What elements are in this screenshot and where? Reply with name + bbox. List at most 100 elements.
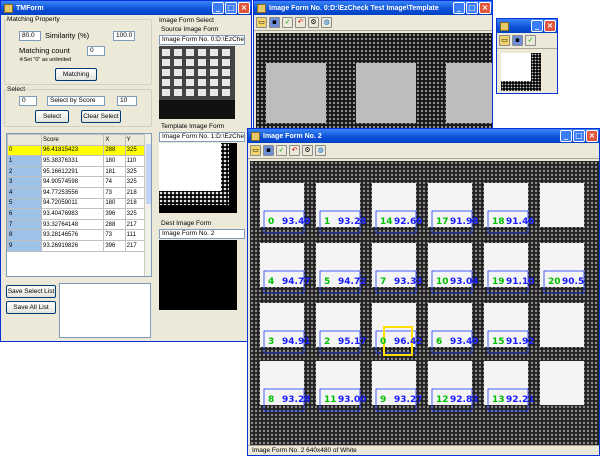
match-score-label: 93.40	[450, 337, 479, 347]
select-button[interactable]: Select	[35, 110, 69, 123]
row-header-cell: 2	[7, 165, 42, 178]
similarity-max-input[interactable]: 100.0	[113, 31, 135, 41]
tmform-window[interactable]: TMForm _ □ × Matching Property 80.0 Simi…	[0, 0, 252, 342]
row-header-cell: 6	[7, 208, 42, 220]
save-all-list-button[interactable]: Save All List	[6, 301, 56, 314]
check-icon[interactable]: ✓	[282, 17, 293, 28]
close-icon[interactable]: ×	[586, 130, 598, 142]
globe-icon[interactable]: ◍	[321, 17, 332, 28]
image-form-0-title: Image Form No. 0:D:\EzCheck Test Image\T…	[269, 4, 439, 12]
image-form-0-titlebar[interactable]: Image Form No. 0:D:\EzCheck Test Image\T…	[254, 1, 492, 15]
matching-count-label: Matching count	[19, 46, 70, 55]
clear-select-button[interactable]: Clear Select	[81, 110, 121, 123]
template-titlebar[interactable]: _ ×	[497, 19, 557, 33]
thumb-square	[222, 89, 230, 96]
table-row[interactable]: 4 94.77253556 73 218	[7, 186, 148, 199]
minimize-icon[interactable]: _	[453, 2, 465, 14]
results-grid[interactable]: Score X Y 0 96.41815423 288 325 1 95.38376331 180…	[6, 133, 152, 277]
match-index-label: 6	[436, 337, 443, 347]
image-form-2-titlebar[interactable]: Image Form No. 2 _ □ ×	[248, 129, 599, 143]
check-icon[interactable]: ✓	[276, 145, 287, 156]
dest-thumbnail[interactable]	[159, 240, 237, 310]
folder-icon[interactable]: ▭	[499, 35, 510, 46]
grid-scrollbar[interactable]	[144, 134, 151, 276]
thumb-square	[186, 79, 194, 86]
gear-icon[interactable]: ⚙	[308, 17, 319, 28]
minimize-icon[interactable]: _	[560, 130, 572, 142]
grid-cell: 94.90574598	[40, 176, 105, 188]
matching-button[interactable]: Matching	[55, 68, 97, 81]
tmform-title: TMForm	[16, 4, 44, 12]
save-icon[interactable]: ▪	[269, 17, 280, 28]
maximize-icon[interactable]: □	[573, 130, 585, 142]
table-row[interactable]: 5 94.72059011 180 218	[7, 197, 148, 210]
tmform-titlebar[interactable]: TMForm _ □ ×	[1, 1, 251, 15]
select-max-input[interactable]: 10	[117, 96, 137, 106]
maximize-icon[interactable]: □	[225, 2, 237, 14]
minimize-icon[interactable]: _	[212, 2, 224, 14]
close-icon[interactable]: ×	[479, 2, 491, 14]
grid-header-cell[interactable]	[7, 134, 42, 146]
maximize-icon[interactable]: □	[466, 2, 478, 14]
table-row[interactable]: 2 95.16612291 181 325	[7, 165, 148, 178]
grid-scroll-thumb[interactable]	[146, 144, 151, 204]
select-min-input[interactable]: 0	[19, 96, 37, 106]
thumb-square	[210, 69, 218, 76]
grid-cell: 396	[103, 239, 126, 252]
globe-icon[interactable]: ◍	[315, 145, 326, 156]
match-index-label: 12	[436, 395, 449, 405]
source-image-form-dropdown[interactable]: Image Form No. 0:D:\EzCheck Te	[159, 35, 245, 45]
save-icon[interactable]: ▪	[512, 35, 523, 46]
row-header-cell: 7	[7, 218, 42, 231]
save-select-list-button[interactable]: Save Select List	[6, 285, 56, 298]
table-row[interactable]: 0 96.41815423 288 325	[7, 144, 148, 157]
match-score-label: 91.92	[506, 337, 535, 347]
similarity-min-input[interactable]: 80.0	[19, 31, 41, 41]
table-row[interactable]: 3 94.90574598 74 325	[7, 176, 148, 188]
grid-cell: 74	[103, 176, 126, 188]
match-score-label: 92.21	[506, 395, 535, 405]
grid-cell: 73	[103, 229, 126, 241]
gear-icon[interactable]: ⚙	[302, 145, 313, 156]
table-row[interactable]: 9 93.26919826 396 217	[7, 239, 148, 252]
folder-icon[interactable]: ▭	[250, 145, 261, 156]
log-textbox[interactable]	[59, 283, 151, 338]
check-icon[interactable]: ✓	[525, 35, 536, 46]
select-by-dropdown[interactable]: Select by Score	[47, 96, 105, 106]
undo-icon[interactable]: ↶	[289, 145, 300, 156]
matching-count-input[interactable]: 0	[87, 46, 105, 56]
template-thumbnail[interactable]	[159, 143, 237, 213]
undo-icon[interactable]: ↶	[295, 17, 306, 28]
template-image-form-dropdown[interactable]: Image Form No. 1:D:\EzCheck Te	[159, 132, 245, 142]
table-row[interactable]: 6 93.40476983 396 325	[7, 208, 148, 220]
window-icon	[257, 3, 266, 13]
table-row[interactable]: 8 93.28146576 73 111	[7, 229, 148, 241]
row-header-cell: 0	[7, 144, 42, 157]
image-form-0-canvas[interactable]	[256, 33, 492, 139]
thumb-square	[210, 89, 218, 96]
close-icon[interactable]: ×	[544, 20, 556, 32]
folder-icon[interactable]: ▭	[256, 17, 267, 28]
table-row[interactable]: 7 93.32764148 288 217	[7, 218, 148, 231]
grid-header-cell[interactable]: X	[103, 134, 126, 146]
source-thumbnail[interactable]	[159, 46, 235, 119]
thumb-square	[186, 69, 194, 76]
thumb-square	[222, 59, 230, 66]
match-index-label: 20	[548, 277, 561, 287]
close-icon[interactable]: ×	[238, 2, 250, 14]
image-form-2-canvas[interactable]: 0 93.40 1 93.28 14 92.66 17 91.98 18 91.46 4 94.77 5…	[250, 161, 599, 445]
match-index-label: 1	[324, 217, 331, 227]
template-canvas[interactable]	[501, 53, 541, 91]
save-icon[interactable]: ▪	[263, 145, 274, 156]
dest-image-form-dropdown[interactable]: Image Form No. 2	[159, 229, 245, 239]
grid-cell: 288	[103, 218, 126, 231]
table-row[interactable]: 1 95.38376331 180 110	[7, 155, 148, 167]
minimize-icon[interactable]: _	[531, 20, 543, 32]
similarity-label: Similarity (%)	[45, 31, 90, 40]
image-form-2-window[interactable]: Image Form No. 2 _ □ × ▭ ▪ ✓ ↶ ⚙ ◍ 0 93.4…	[247, 128, 600, 456]
thumb-square	[198, 49, 206, 56]
select-group	[4, 89, 152, 127]
grid-header-cell[interactable]: Score	[40, 134, 105, 146]
image-form-0-window[interactable]: Image Form No. 0:D:\EzCheck Test Image\T…	[253, 0, 493, 140]
template-image-window[interactable]: _ × ▭ ▪ ✓	[496, 18, 558, 94]
